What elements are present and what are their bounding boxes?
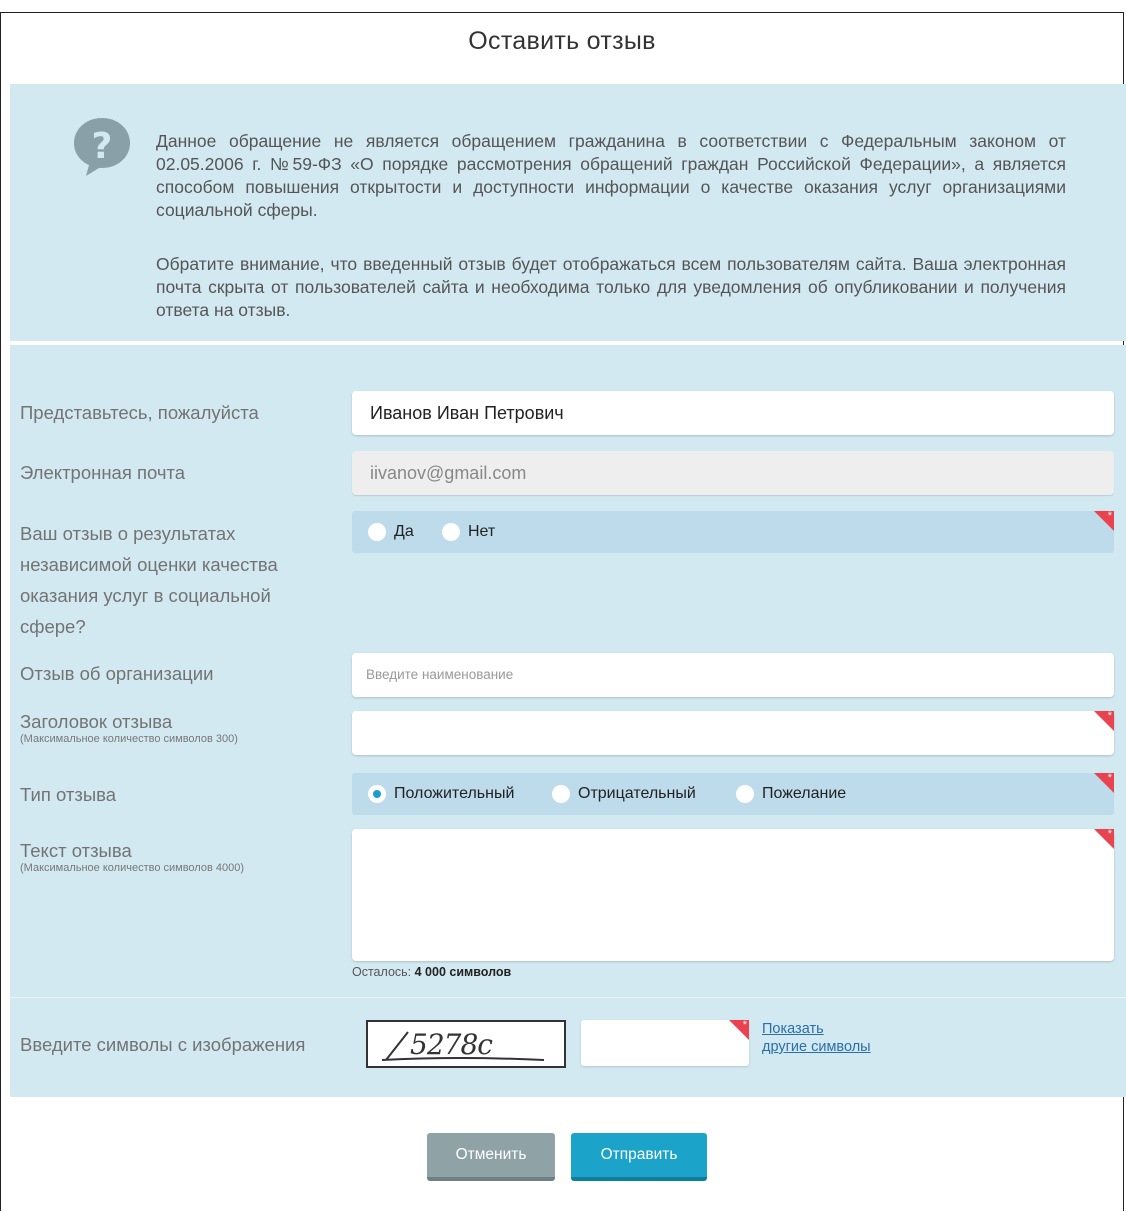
cancel-button[interactable]: Отменить: [427, 1133, 555, 1181]
info-paragraph-1: Данное обращение не является обращением …: [156, 131, 1066, 220]
question-icon: ?: [74, 118, 130, 176]
radio-negative[interactable]: Отрицательный: [552, 785, 696, 803]
remaining-value: 4 000 символов: [414, 965, 512, 979]
svg-text:?: ?: [92, 126, 113, 167]
result-question-radio-group: Да Нет *: [352, 510, 1114, 553]
radio-yes-label: Да: [394, 523, 414, 540]
remaining-prefix: Осталось:: [352, 965, 412, 979]
review-text-sublabel: (Максимальное количество символов 4000): [20, 862, 244, 874]
review-title-label: Заголовок отзыва (Максимальное количеств…: [20, 711, 238, 745]
radio-wish[interactable]: Пожелание: [736, 785, 846, 803]
refresh-captcha-line2[interactable]: другие символы: [762, 1038, 871, 1056]
captcha-input[interactable]: *: [581, 1019, 749, 1066]
radio-wish-dot[interactable]: [736, 785, 754, 803]
review-type-label: Тип отзыва: [20, 784, 117, 805]
submit-button[interactable]: Отправить: [571, 1133, 707, 1181]
radio-yes[interactable]: Да: [368, 523, 414, 541]
radio-yes-dot[interactable]: [368, 523, 386, 541]
radio-positive[interactable]: Положительный: [368, 785, 514, 803]
radio-no[interactable]: Нет: [442, 523, 495, 541]
email-input: iivanov@gmail.com: [352, 451, 1114, 495]
name-input[interactable]: Иванов Иван Петрович: [352, 391, 1114, 435]
review-title-input[interactable]: *: [352, 710, 1114, 755]
review-text-label: Текст отзыва (Максимальное количество си…: [20, 840, 244, 874]
captcha-divider: [10, 997, 1126, 998]
radio-negative-dot[interactable]: [552, 785, 570, 803]
radio-negative-label: Отрицательный: [578, 785, 696, 802]
review-type-radio-group: Положительный Отрицательный Пожелание *: [352, 772, 1114, 815]
required-star: *: [1107, 710, 1112, 722]
radio-no-dot[interactable]: [442, 523, 460, 541]
required-star: *: [742, 1019, 747, 1031]
dialog-title: Оставить отзыв: [468, 27, 656, 55]
review-title-label-text: Заголовок отзыва: [20, 711, 173, 732]
radio-positive-label: Положительный: [394, 785, 515, 802]
radio-no-label: Нет: [468, 523, 496, 540]
result-question-label: Ваш отзыв о результатах независимой оцен…: [20, 523, 278, 637]
email-label: Электронная почта: [20, 462, 186, 483]
required-star: *: [1107, 828, 1112, 840]
required-star: *: [1107, 772, 1112, 784]
refresh-captcha-link[interactable]: Показать другие символы: [762, 1020, 871, 1056]
remaining-chars: Осталось: 4 000 символов: [352, 965, 511, 979]
captcha-image: 5278c: [366, 1020, 566, 1068]
radio-positive-dot[interactable]: [368, 785, 386, 803]
name-label: Представьтесь, пожалуйста: [20, 402, 259, 423]
required-star: *: [1107, 510, 1112, 522]
refresh-captcha-line1[interactable]: Показать: [762, 1020, 871, 1038]
info-paragraph-2: Обратите внимание, что введенный отзыв б…: [156, 254, 1066, 320]
review-text-textarea[interactable]: *: [352, 828, 1114, 961]
captcha-text: 5278c: [410, 1028, 493, 1061]
review-text-label-text: Текст отзыва: [20, 840, 132, 861]
organization-label: Отзыв об организации: [20, 663, 214, 684]
review-title-sublabel: (Максимальное количество символов 300): [20, 733, 238, 745]
radio-wish-label: Пожелание: [762, 785, 847, 802]
captcha-label: Введите символы с изображения: [20, 1034, 306, 1055]
organization-input[interactable]: Введите наименование: [352, 653, 1114, 697]
